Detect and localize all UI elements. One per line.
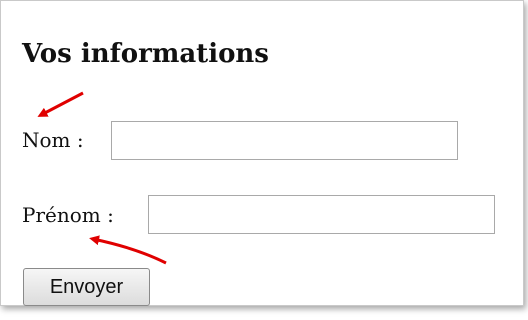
form-heading: Vos informations (22, 39, 269, 69)
form-panel: Vos informations Nom : Prénom : Envoyer (0, 0, 524, 306)
nom-input[interactable] (111, 121, 458, 160)
nom-label: Nom : (22, 128, 84, 152)
annotation-arrow-prenom (89, 235, 167, 265)
prenom-input[interactable] (148, 195, 495, 234)
annotation-arrow-nom (37, 91, 84, 117)
prenom-label: Prénom : (22, 203, 114, 227)
envoyer-button[interactable]: Envoyer (23, 268, 150, 306)
